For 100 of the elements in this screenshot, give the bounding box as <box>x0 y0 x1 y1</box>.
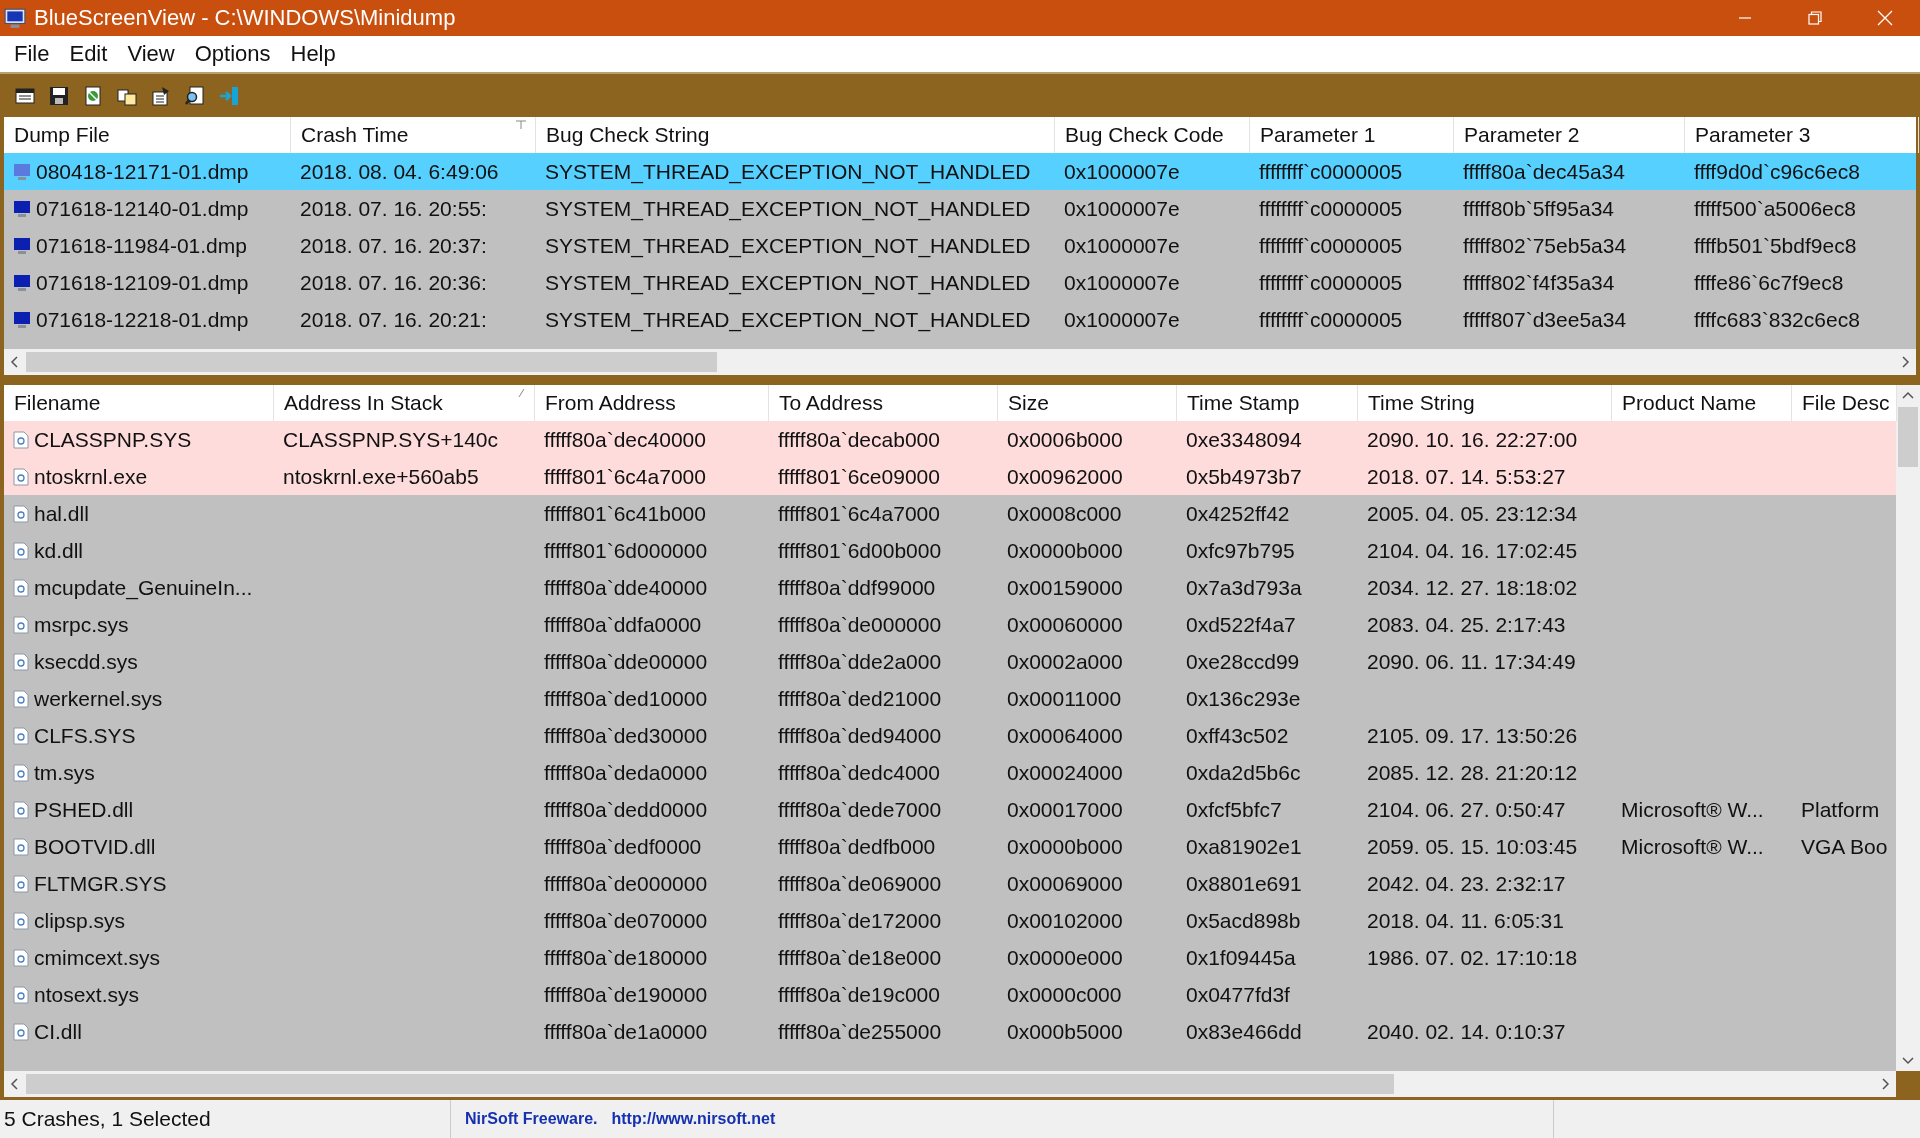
from-address-cell: fffff801`6c4a7000 <box>544 464 706 489</box>
scrollbar-thumb[interactable] <box>26 1074 1394 1094</box>
dump-file-cell: 080418-12171-01.dmp <box>36 159 249 184</box>
size-cell: 0x00011000 <box>1007 686 1122 711</box>
crash-time-cell: 2018. 07. 16. 20:55: <box>300 196 487 221</box>
parameter-cell: fffff500`a5006ec8 <box>1694 196 1856 221</box>
time-stamp-cell: 0xe3348094 <box>1186 427 1302 452</box>
time-string-cell: 2034. 12. 27. 18:18:02 <box>1367 575 1578 600</box>
filename-cell: FLTMGR.SYS <box>34 871 167 896</box>
crash-row[interactable]: 071618-12218-01.dmp 2018. 07. 16. 20:21: SYSTEM_THREAD_EXCEPTION_NOT_HANDLED 0x1000007e ffffffff`c0000005 fffff807`d3ee5a34 ffffc683`832c6ec8 <box>4 301 1916 338</box>
crash-row[interactable]: 071618-12109-01.dmp 2018. 07. 16. 20:36: SYSTEM_THREAD_EXCEPTION_NOT_HANDLED 0x1000007e ffffffff`c0000005 fffff802`f4f35a34 ffffe86`6c7f9ec8 <box>4 264 1916 301</box>
report-icon <box>82 84 104 107</box>
bug-check-string-cell: SYSTEM_THREAD_EXCEPTION_NOT_HANDLED <box>545 307 1031 332</box>
from-address-cell: fffff801`6c41b000 <box>544 501 706 526</box>
monitor-icon <box>4 7 26 29</box>
save-icon <box>48 84 70 107</box>
from-address-cell: fffff80a`deda0000 <box>544 760 708 785</box>
menu-item[interactable]: Help <box>280 39 346 69</box>
exit-icon <box>218 84 240 107</box>
time-stamp-cell: 0x83e466dd <box>1186 1019 1302 1044</box>
from-address-cell: fffff80a`dedf0000 <box>544 834 702 859</box>
size-cell: 0x00102000 <box>1007 908 1123 933</box>
monitor-icon <box>13 236 31 255</box>
to-address-cell: fffff80a`dedfb000 <box>778 834 936 859</box>
to-address-cell: fffff80a`de255000 <box>778 1019 942 1044</box>
time-string-cell: 2059. 05. 15. 10:03:45 <box>1367 834 1578 859</box>
window-title: BlueScreenView - C:\WINDOWS\Minidump <box>34 5 456 31</box>
time-string-cell: 1986. 07. 02. 17:10:18 <box>1367 945 1578 970</box>
file-icon <box>13 948 29 967</box>
filename-cell: werkernel.sys <box>34 686 163 711</box>
filename-cell: ksecdd.sys <box>34 649 138 674</box>
from-address-cell: fffff80a`de000000 <box>544 871 708 896</box>
time-stamp-cell: 0x8801e691 <box>1186 871 1302 896</box>
time-string-cell: 2090. 10. 16. 22:27:00 <box>1367 427 1578 452</box>
time-string-cell: 2018. 04. 11. 6:05:31 <box>1367 908 1564 933</box>
file-icon <box>13 467 29 486</box>
horizontal-scrollbar[interactable] <box>4 349 1916 375</box>
filename-cell: ntosext.sys <box>34 982 140 1007</box>
file-icon <box>13 874 29 893</box>
size-cell: 0x00962000 <box>1007 464 1123 489</box>
time-stamp-cell: 0x5acd898b <box>1186 908 1301 933</box>
file-icon <box>13 504 29 523</box>
scrollbar-thumb[interactable] <box>26 352 718 372</box>
horizontal-scrollbar[interactable] <box>4 1071 1896 1097</box>
to-address-cell: fffff801`6ce09000 <box>778 464 940 489</box>
product-name-cell: Microsoft® W... <box>1621 797 1764 822</box>
dump-file-cell: 071618-12140-01.dmp <box>36 196 249 221</box>
vertical-scrollbar[interactable] <box>1896 385 1920 1071</box>
time-stamp-cell: 0xe28ccd99 <box>1186 649 1300 674</box>
time-string-cell: 2090. 06. 11. 17:34:49 <box>1367 649 1576 674</box>
from-address-cell: fffff80a`ded30000 <box>544 723 708 748</box>
to-address-cell: fffff80a`dede7000 <box>778 797 942 822</box>
parameter-cell: ffffe86`6c7f9ec8 <box>1694 270 1844 295</box>
crash-row[interactable]: 071618-11984-01.dmp 2018. 07. 16. 20:37: SYSTEM_THREAD_EXCEPTION_NOT_HANDLED 0x1000007e ffffffff`c0000005 fffff802`75eb5a34 ffffb501`5bdf9ec8 <box>4 227 1916 264</box>
time-string-cell: 2083. 04. 25. 2:17:43 <box>1367 612 1566 637</box>
to-address-cell: fffff80a`dde2a000 <box>778 649 942 674</box>
file-icon <box>13 652 29 671</box>
to-address-cell: fffff80a`decab000 <box>778 427 940 452</box>
size-cell: 0x0006b000 <box>1007 427 1123 452</box>
monitor-icon <box>13 273 31 292</box>
file-icon <box>13 837 29 856</box>
time-stamp-cell: 0xfcf5bfc7 <box>1186 797 1282 822</box>
crash-row[interactable]: 071618-12140-01.dmp 2018. 07. 16. 20:55: SYSTEM_THREAD_EXCEPTION_NOT_HANDLED 0x1000007e ffffffff`c0000005 fffff80b`5ff95a34 fffff500`a5006ec8 <box>4 190 1916 227</box>
menu-item[interactable]: File <box>4 39 60 69</box>
time-stamp-cell: 0x5b4973b7 <box>1186 464 1302 489</box>
from-address-cell: fffff80a`de1a0000 <box>544 1019 708 1044</box>
website-link[interactable]: http://www.nirsoft.net <box>611 1110 776 1128</box>
menu-item[interactable]: View <box>117 39 185 69</box>
file-icon <box>13 689 29 708</box>
from-address-cell: fffff80a`de070000 <box>544 908 708 933</box>
to-address-cell: fffff801`6d00b000 <box>778 538 942 563</box>
parameter-cell: fffff802`f4f35a34 <box>1463 270 1615 295</box>
menu-item[interactable]: Edit <box>59 39 118 69</box>
crash-time-cell: 2018. 07. 16. 20:37: <box>300 233 487 258</box>
monitor-icon <box>13 310 31 329</box>
driver-row[interactable]: CLASSPNP.SYS CLASSPNP.SYS+140c fffff80a`dec40000 fffff80a`decab000 0x0006b000 0xe3348094 2090. 10. 16. 22:27:00 <box>4 421 1896 458</box>
restore-icon <box>1808 11 1822 25</box>
to-address-cell: fffff801`6c4a7000 <box>778 501 940 526</box>
time-stamp-cell: 0xda2d5b6c <box>1186 760 1301 785</box>
scroll-left-icon <box>10 356 20 368</box>
file-icon <box>13 430 29 449</box>
from-address-cell: fffff80a`de180000 <box>544 945 708 970</box>
parameter-cell: ffffffff`c0000005 <box>1259 233 1403 258</box>
parameter-cell: fffff80a`dec45a34 <box>1463 159 1625 184</box>
time-stamp-cell: 0xd522f4a7 <box>1186 612 1296 637</box>
driver-row[interactable]: ntoskrnl.exe ntoskrnl.exe+560ab5 fffff801`6c4a7000 fffff801`6ce09000 0x00962000 0x5b4973b7 2018. 07. 14. 5:53:27 <box>4 458 1896 495</box>
crash-row[interactable]: 080418-12171-01.dmp 2018. 08. 04. 6:49:06 SYSTEM_THREAD_EXCEPTION_NOT_HANDLED 0x1000007e ffffffff`c0000005 fffff80a`dec45a34 ffff9d0d`c96c6ec8 <box>4 153 1916 190</box>
size-cell: 0x00024000 <box>1007 760 1123 785</box>
crash-time-cell: 2018. 07. 16. 20:36: <box>300 270 487 295</box>
scrollbar-thumb[interactable] <box>1898 407 1918 467</box>
close-icon <box>1877 10 1893 26</box>
time-stamp-cell: 0x4252ff42 <box>1186 501 1290 526</box>
time-string-cell: 2018. 07. 14. 5:53:27 <box>1367 464 1566 489</box>
filename-cell: ntoskrnl.exe <box>34 464 148 489</box>
file-icon <box>13 763 29 782</box>
time-string-cell: 2085. 12. 28. 21:20:12 <box>1367 760 1578 785</box>
filename-cell: CI.dll <box>34 1019 82 1044</box>
size-cell: 0x0000c000 <box>1007 982 1122 1007</box>
menu-item[interactable]: Options <box>184 39 281 69</box>
size-cell: 0x00069000 <box>1007 871 1123 896</box>
